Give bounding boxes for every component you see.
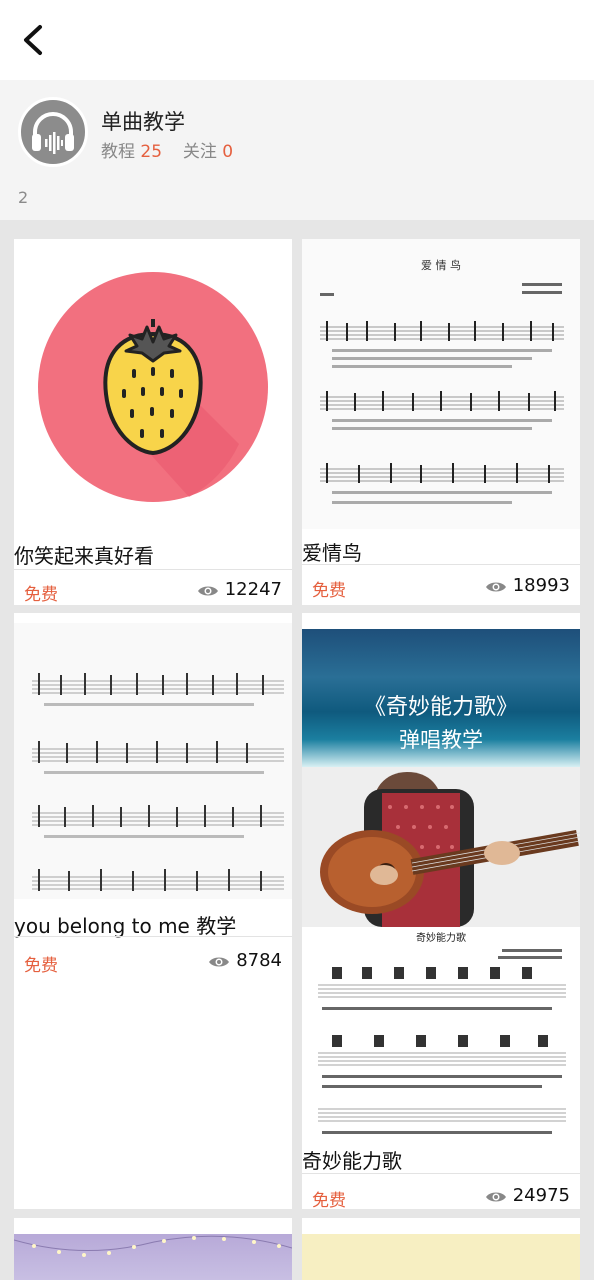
divider	[302, 564, 580, 565]
tutorial-card[interactable]	[302, 1218, 580, 1280]
eye-icon	[197, 586, 218, 596]
tutorial-card[interactable]: 你笑起来真好看 免费 12247	[14, 239, 292, 605]
card-thumbnail	[14, 623, 292, 899]
card-title: 奇妙能力歌	[302, 1149, 402, 1173]
channel-header: 单曲教学 教程 25 关注 0 2	[0, 80, 594, 220]
card-thumbnail	[14, 1234, 292, 1280]
view-count: 18993	[485, 575, 570, 596]
count-line: 2	[18, 188, 29, 207]
divider	[14, 936, 292, 937]
follow-label: 关注	[182, 142, 217, 162]
banner-subtitle: 弹唱教学	[399, 728, 483, 752]
top-bar	[0, 0, 594, 80]
sheet-music-image	[320, 283, 564, 504]
channel-title: 单曲教学	[101, 110, 185, 134]
free-tag: 免费	[312, 581, 346, 601]
avatar	[18, 97, 88, 167]
card-title: you belong to me 教学	[14, 914, 237, 938]
card-thumbnail: 爱 情 鸟	[302, 239, 580, 529]
tutorial-card[interactable]: 爱 情 鸟 爱情鸟 免费 18993	[302, 239, 580, 605]
view-count: 12247	[197, 579, 282, 600]
sheet-heading: 奇妙能力歌	[416, 933, 466, 944]
free-tag: 免费	[312, 1191, 346, 1209]
tutorial-card[interactable]: 《奇妙能力歌》 弹唱教学 奇妙能力歌 奇妙能力歌 免费 24975	[302, 613, 580, 1209]
follow-count: 0	[222, 142, 234, 162]
back-button[interactable]	[14, 20, 54, 60]
tutorial-card[interactable]	[14, 1218, 292, 1280]
card-title: 你笑起来真好看	[14, 544, 154, 568]
tutorials-label: 教程	[101, 142, 135, 162]
channel-stats: 教程 25 关注 0	[101, 137, 233, 162]
card-thumbnail: 《奇妙能力歌》 弹唱教学 奇妙能力歌	[302, 629, 580, 1149]
chevron-left-icon	[24, 25, 42, 55]
view-count: 24975	[485, 1185, 570, 1206]
string-lights-image	[14, 1235, 292, 1257]
card-thumbnail	[14, 239, 292, 535]
free-tag: 免费	[24, 585, 58, 605]
tutorials-count: 25	[140, 142, 163, 162]
sheet-heading: 爱 情 鸟	[421, 259, 461, 272]
sheet-music-image	[318, 949, 566, 1134]
eye-icon	[485, 582, 506, 592]
view-count: 8784	[208, 950, 282, 971]
strawberry-icon	[14, 239, 292, 535]
tutorial-card[interactable]: you belong to me 教学 免费 8784	[14, 613, 292, 1209]
divider	[14, 569, 292, 570]
view-count-value: 18993	[512, 575, 570, 596]
card-thumbnail	[302, 1234, 580, 1280]
guitar-photo	[302, 767, 580, 927]
eye-icon	[485, 1192, 506, 1202]
card-title: 爱情鸟	[302, 541, 362, 565]
view-count-value: 12247	[224, 579, 282, 600]
banner-title: 《奇妙能力歌》	[363, 695, 518, 720]
divider	[302, 1173, 580, 1174]
free-tag: 免费	[24, 956, 58, 976]
eye-icon	[209, 957, 230, 967]
headphones-icon	[32, 112, 74, 154]
view-count-value: 8784	[236, 950, 282, 971]
sheet-music-image	[32, 673, 284, 891]
view-count-value: 24975	[512, 1185, 570, 1206]
